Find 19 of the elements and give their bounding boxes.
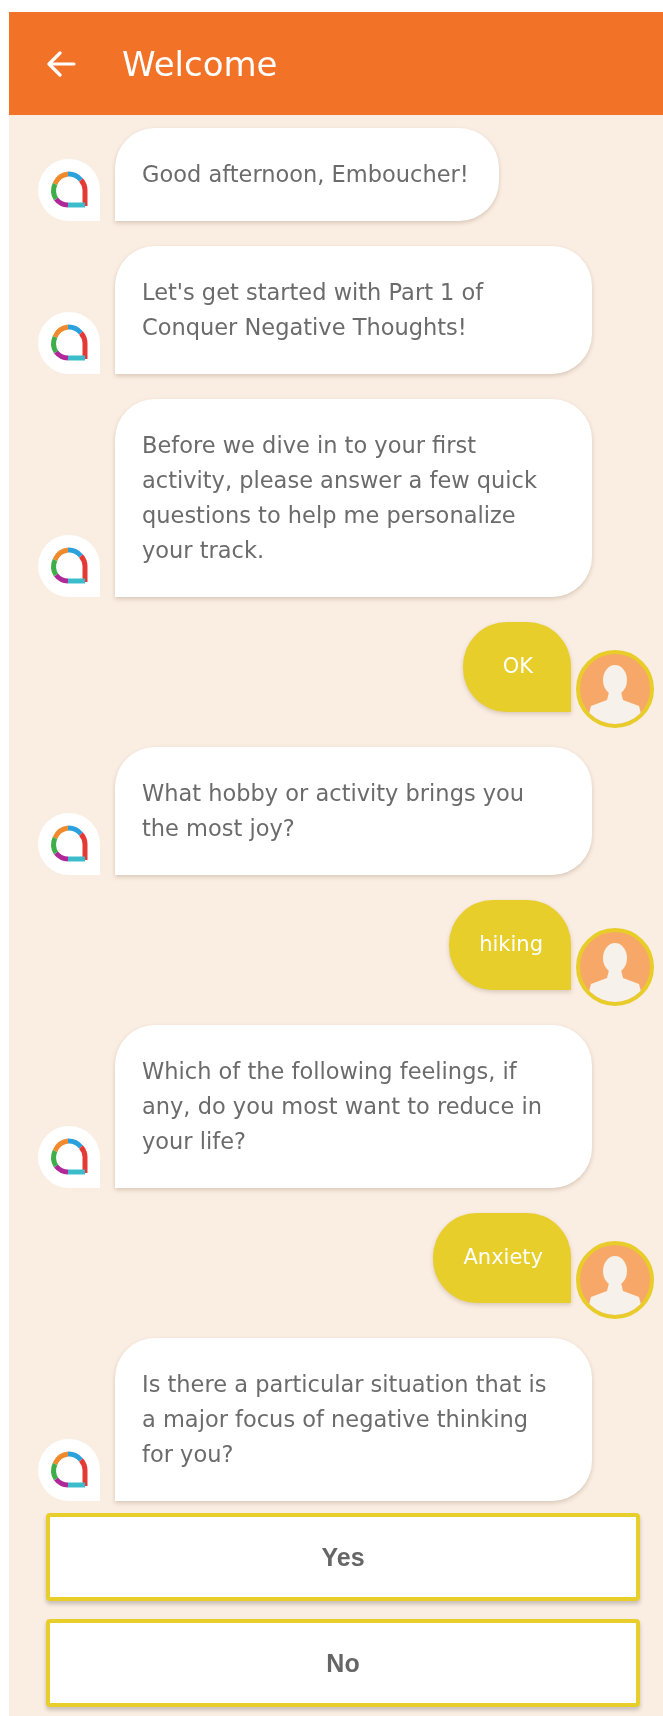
answer-button[interactable]: No <box>46 1619 640 1707</box>
bot-avatar <box>38 159 100 221</box>
bot-message: Is there a particular situation that is a major focus of negative thinking for you? <box>115 1338 592 1501</box>
screen-title: Welcome <box>122 43 278 84</box>
bot-message: Good afternoon, Emboucher! <box>115 128 499 221</box>
bot-avatar <box>38 1126 100 1188</box>
bot-avatar <box>38 535 100 597</box>
user-message: hiking <box>449 900 571 990</box>
bot-avatar <box>38 813 100 875</box>
bot-message: Which of the following feelings, if any, do you most want to reduce in your life? <box>115 1025 592 1188</box>
bot-avatar <box>38 1439 100 1501</box>
answer-button[interactable]: Yes <box>46 1513 640 1601</box>
bot-message: What hobby or activity brings you the most joy? <box>115 747 592 875</box>
user-message: Anxiety <box>433 1213 571 1303</box>
bot-message: Let's get started with Part 1 of Conquer Negative Thoughts! <box>115 246 592 374</box>
bot-avatar <box>38 312 100 374</box>
bot-message: Before we dive in to your first activity, please answer a few quick questions to help me personalize your track. <box>115 399 592 597</box>
user-message: OK <box>463 622 571 712</box>
back-arrow-icon <box>46 50 76 77</box>
